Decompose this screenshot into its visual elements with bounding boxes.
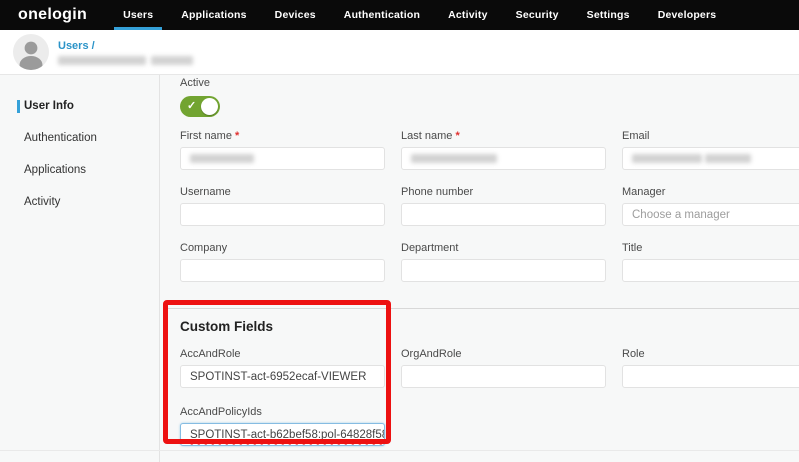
toggle-knob <box>201 98 218 115</box>
redacted-value <box>632 154 702 163</box>
custom-fields-heading: Custom Fields <box>180 319 799 334</box>
username-label: Username <box>180 186 385 198</box>
nav-item-authentication[interactable]: Authentication <box>330 0 434 30</box>
email-input[interactable] <box>622 147 799 170</box>
bottom-divider <box>0 450 799 451</box>
manager-placeholder: Choose a manager <box>632 209 730 221</box>
role-label: Role <box>622 348 799 360</box>
field-acc-and-role: AccAndRole SPOTINST-act-6952ecaf-VIEWER <box>180 348 385 388</box>
field-email: Email <box>622 130 799 170</box>
company-label: Company <box>180 242 385 254</box>
nav-item-users[interactable]: Users <box>109 0 167 30</box>
phone-number-input[interactable] <box>401 203 606 226</box>
last-name-input[interactable] <box>401 147 606 170</box>
manager-label: Manager <box>622 186 799 198</box>
sidebar-item-label: Activity <box>24 196 60 208</box>
field-department: Department <box>401 242 606 282</box>
department-label: Department <box>401 242 606 254</box>
sidebar-item-label: Applications <box>24 164 86 176</box>
phone-number-label: Phone number <box>401 186 606 198</box>
sidebar-item-authentication[interactable]: Authentication <box>0 125 159 151</box>
field-phone-number: Phone number <box>401 186 606 226</box>
field-username: Username <box>180 186 385 226</box>
field-role: Role <box>622 348 799 388</box>
role-input[interactable] <box>622 365 799 388</box>
nav-item-settings[interactable]: Settings <box>573 0 644 30</box>
nav-item-security[interactable]: Security <box>502 0 573 30</box>
field-acc-and-policy-ids: AccAndPolicyIds SPOTINST-act-b62bef58:po… <box>180 406 385 446</box>
redacted-value <box>705 154 751 163</box>
top-nav: onelogin Users Applications Devices Auth… <box>0 0 799 30</box>
last-name-label: Last name * <box>401 130 606 142</box>
acc-and-role-input[interactable]: SPOTINST-act-6952ecaf-VIEWER <box>180 365 385 388</box>
active-label: Active <box>180 77 799 89</box>
department-input[interactable] <box>401 259 606 282</box>
user-info-form: Active ✓ First name * Last name * Email <box>160 75 799 462</box>
field-org-and-role: OrgAndRole <box>401 348 606 388</box>
page-header: Users / <box>0 30 799 75</box>
field-company: Company <box>180 242 385 282</box>
user-avatar-icon <box>13 34 49 70</box>
org-and-role-input[interactable] <box>401 365 606 388</box>
nav-item-activity[interactable]: Activity <box>434 0 502 30</box>
redacted-value <box>190 154 254 163</box>
field-title: Title <box>622 242 799 282</box>
acc-and-role-label: AccAndRole <box>180 348 385 360</box>
sidebar-item-activity[interactable]: Activity <box>0 189 159 215</box>
required-marker: * <box>455 130 459 142</box>
nav-item-applications[interactable]: Applications <box>167 0 260 30</box>
active-toggle[interactable]: ✓ <box>180 96 220 117</box>
org-and-role-label: OrgAndRole <box>401 348 606 360</box>
nav-item-devices[interactable]: Devices <box>261 0 330 30</box>
redacted-value <box>411 154 497 163</box>
check-icon: ✓ <box>187 99 196 114</box>
nav-item-developers[interactable]: Developers <box>644 0 731 30</box>
field-manager: Manager Choose a manager <box>622 186 799 226</box>
required-marker: * <box>235 130 239 142</box>
sidebar: User Info Authentication Applications Ac… <box>0 75 160 462</box>
email-label: Email <box>622 130 799 142</box>
onelogin-logo[interactable]: onelogin <box>18 6 87 24</box>
first-name-label: First name * <box>180 130 385 142</box>
sidebar-item-label: Authentication <box>24 132 97 144</box>
sidebar-item-user-info[interactable]: User Info <box>0 93 159 119</box>
acc-and-policy-ids-input[interactable]: SPOTINST-act-b62bef58:pol-64828f58 <box>180 423 385 446</box>
active-indicator <box>17 100 20 113</box>
manager-input[interactable]: Choose a manager <box>622 203 799 226</box>
company-input[interactable] <box>180 259 385 282</box>
title-label: Title <box>622 242 799 254</box>
first-name-input[interactable] <box>180 147 385 170</box>
username-input[interactable] <box>180 203 385 226</box>
sidebar-item-label: User Info <box>24 100 74 112</box>
field-first-name: First name * <box>180 130 385 170</box>
title-input[interactable] <box>622 259 799 282</box>
section-divider <box>167 308 799 309</box>
redacted-username <box>58 56 193 65</box>
breadcrumb[interactable]: Users / <box>58 40 193 52</box>
sidebar-item-applications[interactable]: Applications <box>0 157 159 183</box>
field-last-name: Last name * <box>401 130 606 170</box>
acc-and-policy-ids-label: AccAndPolicyIds <box>180 406 385 418</box>
